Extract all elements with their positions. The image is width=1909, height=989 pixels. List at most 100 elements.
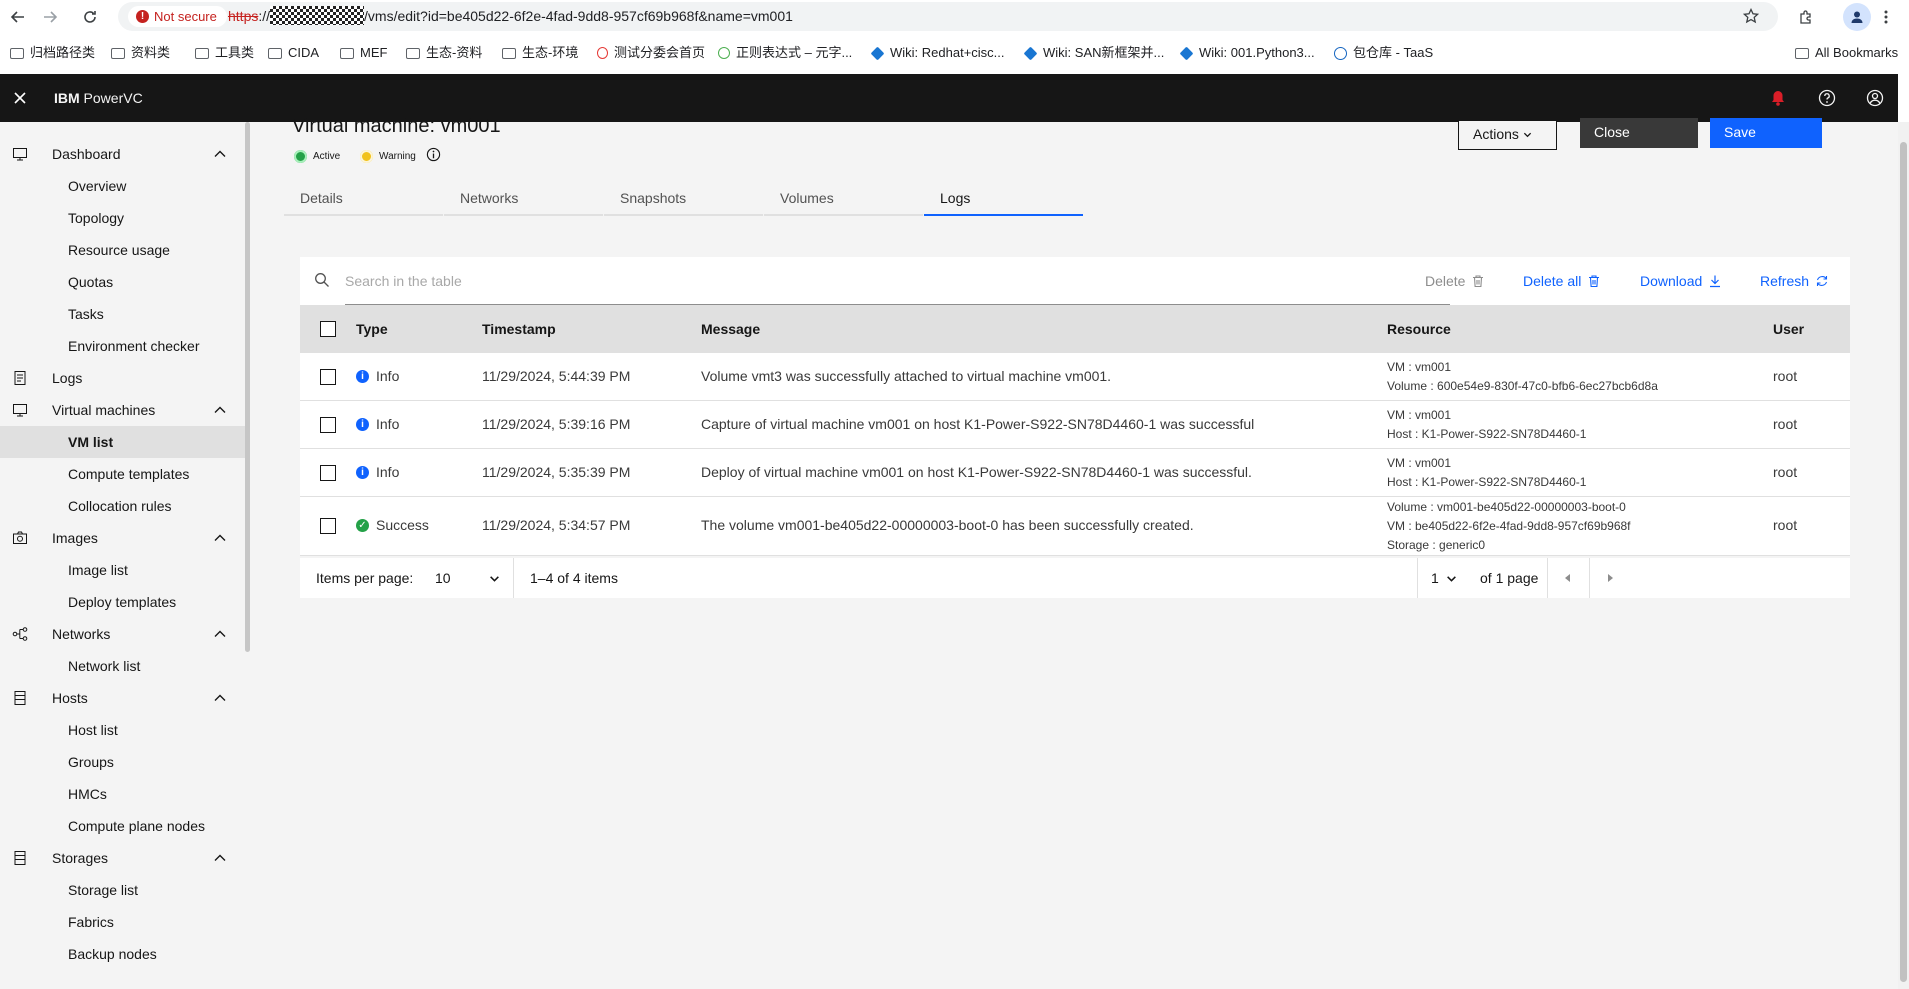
address-bar[interactable]: ! Not secure https:// /vms/edit?id=be405d… (118, 2, 1778, 31)
resource-line: VM : vm001 (1387, 456, 1452, 470)
table-row[interactable]: i Info 11/29/2024, 5:44:39 PM Volume vmt… (300, 353, 1850, 401)
nav-section-hosts[interactable]: Hosts (0, 682, 245, 714)
page-scrollbar[interactable] (1898, 122, 1909, 989)
nav-section-logs[interactable]: Logs (0, 362, 245, 394)
previous-page-button[interactable] (1548, 558, 1588, 598)
extensions-icon[interactable] (1793, 4, 1819, 30)
next-page-button[interactable] (1590, 558, 1630, 598)
bookmark-folder[interactable]: 生态-资料 (406, 40, 482, 66)
bookmark-folder[interactable]: 资料类 (111, 40, 170, 66)
download-button[interactable]: Download (1640, 257, 1722, 305)
bookmark-link[interactable]: Wiki: 001.Python3... (1179, 40, 1315, 66)
row-checkbox[interactable] (320, 518, 336, 534)
nav-item-vm-list[interactable]: VM list (0, 426, 245, 458)
nav-item-collocation-rules[interactable]: Collocation rules (0, 490, 245, 522)
nav-section-dashboard[interactable]: Dashboard (0, 138, 245, 170)
tab-details[interactable]: Details (284, 182, 443, 216)
row-checkbox[interactable] (320, 369, 336, 385)
nav-item-deploy-templates[interactable]: Deploy templates (0, 586, 245, 618)
nav-item-tasks[interactable]: Tasks (0, 298, 245, 330)
close-button[interactable]: Close (1580, 118, 1698, 148)
tab-logs[interactable]: Logs (924, 182, 1083, 216)
nav-item-image-list[interactable]: Image list (0, 554, 245, 586)
notification-icon[interactable] (1766, 86, 1790, 110)
bookmark-link[interactable]: 正则表达式 – 元字... (718, 40, 852, 66)
nav-item-host-list[interactable]: Host list (0, 714, 245, 746)
table-row[interactable]: i Info 11/29/2024, 5:39:16 PM Capture of… (300, 401, 1850, 449)
table-row[interactable]: i Info 11/29/2024, 5:35:39 PM Deploy of … (300, 449, 1850, 497)
nav-item-backup-nodes[interactable]: Backup nodes (0, 938, 245, 970)
not-secure-badge[interactable]: ! Not secure (128, 6, 227, 27)
nav-item-compute-plane-nodes[interactable]: Compute plane nodes (0, 810, 245, 842)
table-row[interactable]: ✓ Success 11/29/2024, 5:34:57 PM The vol… (300, 497, 1850, 556)
bookmark-link[interactable]: Wiki: Redhat+cisc... (870, 40, 1005, 66)
bookmark-link[interactable]: 测试分委会首页 (597, 40, 705, 66)
actions-button[interactable]: Actions (1458, 120, 1557, 150)
nav-item-groups[interactable]: Groups (0, 746, 245, 778)
nav-section-images[interactable]: Images (0, 522, 245, 554)
row-checkbox[interactable] (320, 417, 336, 433)
delete-all-button[interactable]: Delete all (1523, 257, 1601, 305)
nav-item-resource-usage[interactable]: Resource usage (0, 234, 245, 266)
save-button[interactable]: Save (1710, 118, 1822, 148)
chevron-up-icon[interactable] (213, 851, 227, 865)
trash-icon (1589, 275, 1600, 288)
nav-item-storage-list[interactable]: Storage list (0, 874, 245, 906)
user-profile-icon[interactable] (1863, 86, 1887, 110)
bookmark-link[interactable]: Wiki: SAN新框架并... (1023, 40, 1164, 66)
scrollbar-thumb[interactable] (1900, 142, 1907, 982)
chevron-up-icon[interactable] (213, 403, 227, 417)
star-icon[interactable] (1738, 3, 1764, 29)
nav-item-topology[interactable]: Topology (0, 202, 245, 234)
items-per-page-select[interactable]: 10 (435, 558, 505, 598)
close-nav-icon[interactable] (0, 74, 40, 122)
back-arrow-icon[interactable] (5, 4, 31, 30)
delete-button[interactable]: Delete (1425, 257, 1485, 305)
row-checkbox[interactable] (320, 465, 336, 481)
chevron-up-icon[interactable] (213, 531, 227, 545)
resource-line: VM : be405d22-6f2e-4fad-9dd8-957cf69b968… (1387, 519, 1631, 533)
log-user: root (1773, 464, 1798, 480)
browser-menu-icon[interactable] (1876, 4, 1896, 30)
app-title[interactable]: IBM PowerVC (54, 74, 143, 122)
bookmark-link[interactable]: 包仓库 - TaaS (1334, 40, 1433, 66)
all-bookmarks[interactable]: All Bookmarks (1795, 40, 1898, 66)
bookmark-folder[interactable]: CIDA (268, 40, 319, 66)
column-header-user[interactable]: User (1773, 305, 1804, 353)
column-header-timestamp[interactable]: Timestamp (482, 305, 556, 353)
nav-section-storages[interactable]: Storages (0, 842, 245, 874)
tab-networks[interactable]: Networks (444, 182, 603, 216)
nav-section-virtual-machines[interactable]: Virtual machines (0, 394, 245, 426)
nav-item-fabrics[interactable]: Fabrics (0, 906, 245, 938)
bookmark-folder[interactable]: MEF (340, 40, 387, 66)
nav-item-hmcs[interactable]: HMCs (0, 778, 245, 810)
pagination: Items per page: 10 1–4 of 4 items 1 of 1… (300, 558, 1850, 598)
column-header-resource[interactable]: Resource (1387, 305, 1451, 353)
information-icon[interactable] (426, 147, 441, 162)
tab-volumes[interactable]: Volumes (764, 182, 923, 216)
url-text[interactable]: https:// /vms/edit?id=be405d22-6f2e-4fad-… (228, 2, 793, 31)
column-header-message[interactable]: Message (701, 305, 760, 353)
forward-arrow-icon[interactable] (37, 4, 63, 30)
chevron-up-icon[interactable] (213, 627, 227, 641)
nav-item-quotas[interactable]: Quotas (0, 266, 245, 298)
nav-item-environment-checker[interactable]: Environment checker (0, 330, 245, 362)
nav-section-networks[interactable]: Networks (0, 618, 245, 650)
search-input[interactable] (345, 257, 1450, 305)
bookmark-folder[interactable]: 归档路径类 (10, 40, 95, 66)
page-select[interactable]: 1 (1431, 558, 1467, 598)
bookmark-folder[interactable]: 工具类 (195, 40, 254, 66)
select-all-checkbox[interactable] (320, 321, 336, 337)
column-header-type[interactable]: Type (356, 305, 388, 353)
help-icon[interactable] (1815, 86, 1839, 110)
bookmark-folder[interactable]: 生态-环境 (502, 40, 578, 66)
reload-icon[interactable] (77, 4, 103, 30)
refresh-button[interactable]: Refresh (1760, 257, 1829, 305)
profile-icon[interactable] (1843, 3, 1871, 31)
nav-item-overview[interactable]: Overview (0, 170, 245, 202)
chevron-up-icon[interactable] (213, 691, 227, 705)
chevron-up-icon[interactable] (213, 147, 227, 161)
nav-item-compute-templates[interactable]: Compute templates (0, 458, 245, 490)
nav-item-network-list[interactable]: Network list (0, 650, 245, 682)
tab-snapshots[interactable]: Snapshots (604, 182, 763, 216)
